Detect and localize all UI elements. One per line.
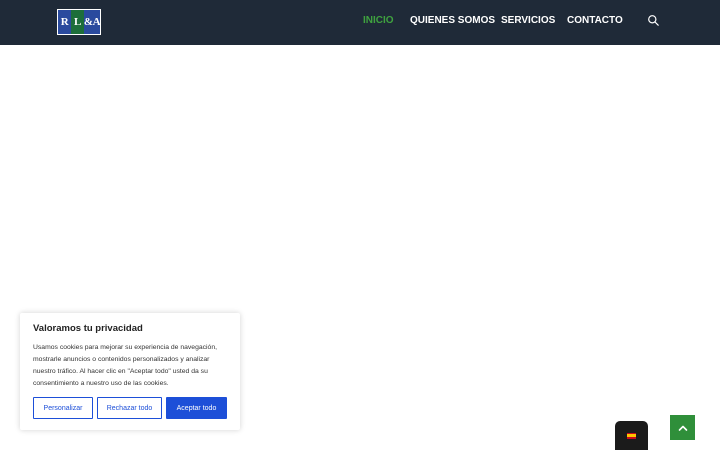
- logo-block-l: L: [70, 10, 84, 34]
- chevron-up-icon: [678, 425, 687, 431]
- nav-item-servicios[interactable]: SERVICIOS: [501, 15, 555, 26]
- nav-item-contacto[interactable]: CONTACTO: [567, 15, 623, 26]
- cookie-banner-title: Valoramos tu privacidad: [33, 323, 143, 334]
- accept-all-button[interactable]: Aceptar todo: [166, 397, 227, 419]
- logo[interactable]: R L &A: [57, 9, 101, 35]
- reject-all-button[interactable]: Rechazar todo: [97, 397, 162, 419]
- language-switcher[interactable]: [615, 421, 648, 450]
- nav-item-inicio[interactable]: INICIO: [363, 15, 394, 26]
- cookie-banner-text: Usamos cookies para mejorar su experienc…: [33, 344, 217, 387]
- spain-flag-icon: [627, 432, 636, 439]
- customize-button[interactable]: Personalizar: [33, 397, 93, 419]
- logo-block-r: R: [58, 10, 71, 34]
- scroll-to-top-button[interactable]: [670, 415, 695, 440]
- logo-block-a: &A: [83, 10, 101, 34]
- search-icon[interactable]: [647, 14, 660, 27]
- navbar: R L &A INICIO QUIENES SOMOS SERVICIOS CO…: [0, 0, 720, 45]
- nav-item-quienes-somos[interactable]: QUIENES SOMOS: [410, 15, 495, 26]
- cookie-banner: Valoramos tu privacidad Usamos cookies p…: [20, 313, 240, 430]
